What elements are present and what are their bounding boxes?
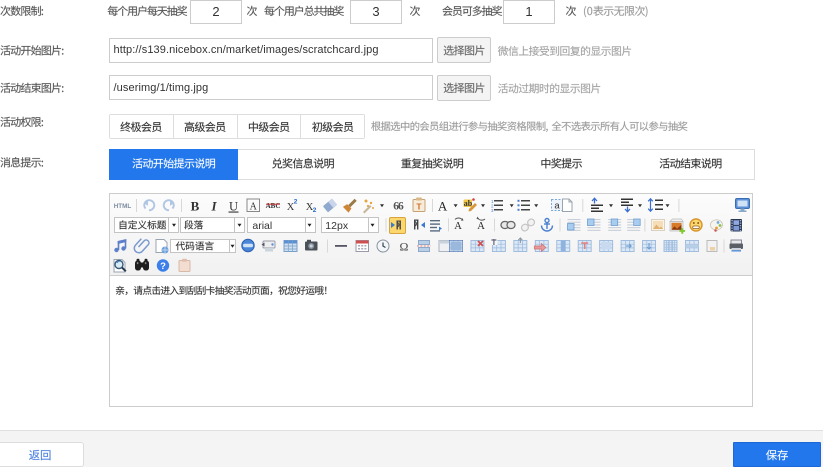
svg-text:HTML: HTML bbox=[114, 203, 132, 210]
svg-text:T: T bbox=[416, 202, 422, 212]
svg-text:3: 3 bbox=[491, 208, 494, 213]
svg-text:2: 2 bbox=[294, 199, 298, 206]
svg-text:I: I bbox=[210, 199, 217, 214]
svg-text:66: 66 bbox=[393, 201, 404, 213]
svg-text:A: A bbox=[250, 202, 258, 213]
svg-text:A: A bbox=[454, 221, 462, 232]
svg-text:a: a bbox=[554, 201, 560, 212]
svg-text:ABC: ABC bbox=[266, 202, 281, 210]
svg-text:A: A bbox=[477, 221, 485, 232]
svg-text:?: ? bbox=[160, 261, 166, 272]
svg-text:U: U bbox=[229, 200, 238, 214]
svg-text:A: A bbox=[438, 199, 448, 214]
svg-text:2: 2 bbox=[313, 207, 317, 214]
svg-text:Ω: Ω bbox=[400, 240, 409, 254]
svg-text:B: B bbox=[191, 199, 200, 214]
